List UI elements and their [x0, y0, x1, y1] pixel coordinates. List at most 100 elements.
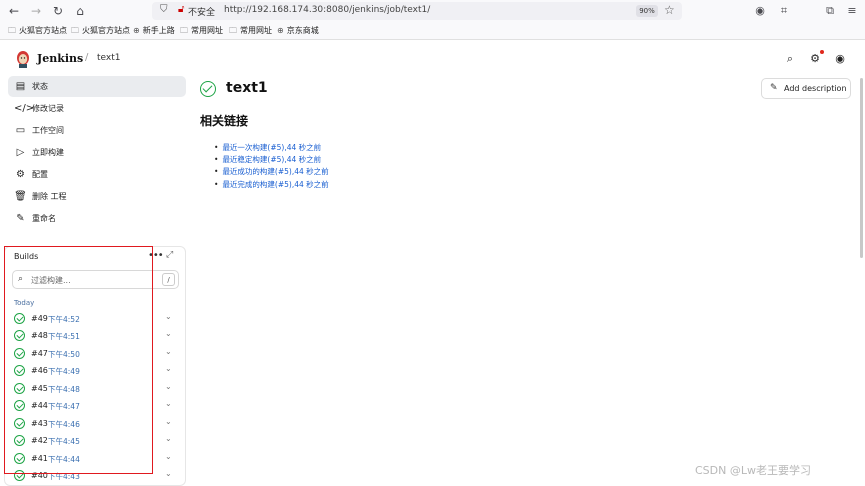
security-status[interactable]: 不安全 [188, 5, 215, 18]
chevron-down-icon[interactable]: ⌄ [165, 364, 172, 373]
bookmark-item[interactable]: 🗀 火狐官方站点 [8, 25, 67, 39]
build-time[interactable]: 下午4:46 [48, 419, 80, 430]
notification-dot [820, 50, 824, 54]
user-icon[interactable]: ◉ [832, 51, 848, 67]
build-filter[interactable]: ⌕ / [12, 270, 179, 289]
build-number[interactable]: #43 [31, 419, 48, 428]
account-icon[interactable]: ◉ [752, 3, 768, 19]
bookmark-item[interactable]: 🗀 常用网址 [180, 25, 223, 39]
build-row[interactable]: #44 下午4:47 ⌄ [10, 398, 182, 415]
watermark: CSDN @Lw老王要学习 [695, 464, 811, 477]
sidebar-item-workspace[interactable]: ▭ 工作空间 [8, 120, 186, 141]
page-scrollbar[interactable] [860, 78, 863, 258]
build-row[interactable]: #48 下午4:51 ⌄ [10, 328, 182, 345]
menu-icon[interactable]: ≡ [844, 3, 860, 19]
build-number[interactable]: #45 [31, 384, 48, 393]
related-link-last-successful[interactable]: 最近成功的构建(#5),44 秒之前 [214, 166, 328, 177]
home-icon[interactable]: ⌂ [72, 3, 88, 19]
build-time[interactable]: 下午4:49 [48, 366, 80, 377]
success-check-icon [14, 365, 25, 376]
chevron-down-icon[interactable]: ⌄ [165, 417, 172, 426]
back-icon[interactable]: ← [6, 3, 22, 19]
jenkins-brand[interactable]: Jenkins [37, 52, 83, 65]
crop-icon[interactable]: ⌗ [776, 3, 792, 19]
bookmark-item[interactable]: 🗀 火狐官方站点 [71, 25, 130, 39]
reload-icon[interactable]: ↻ [50, 3, 66, 19]
related-link-last-build[interactable]: 最近一次构建(#5),44 秒之前 [214, 142, 321, 153]
build-row[interactable]: #46 下午4:49 ⌄ [10, 363, 182, 380]
sidebar-item-build-now[interactable]: ▷ 立即构建 [8, 142, 186, 163]
chevron-down-icon[interactable]: ⌄ [165, 469, 172, 478]
pencil-icon: ✎ [16, 213, 25, 224]
folder-icon: 🗀 [180, 26, 188, 35]
breadcrumb-job[interactable]: text1 [97, 53, 121, 63]
sidebar-item-delete[interactable]: 🗑︎ 删除 工程 [8, 186, 186, 207]
sidebar-item-rename[interactable]: ✎ 重命名 [8, 208, 186, 229]
zoom-badge[interactable]: 90% [636, 5, 658, 17]
globe-icon: ⊕ [277, 26, 284, 35]
chevron-down-icon[interactable]: ⌄ [165, 434, 172, 443]
expand-icon[interactable]: ⤢ [166, 250, 173, 260]
chevron-down-icon[interactable]: ⌄ [165, 347, 172, 356]
bookmark-star-icon[interactable]: ☆ [664, 3, 675, 17]
bookmark-item[interactable]: ⊕ 新手上路 [133, 25, 175, 36]
more-options-icon[interactable]: ••• [148, 250, 164, 261]
build-time[interactable]: 下午4:44 [48, 454, 80, 465]
build-number[interactable]: #49 [31, 314, 48, 323]
build-row[interactable]: #40 下午4:43 ⌄ [10, 468, 182, 485]
build-row[interactable]: #42 下午4:45 ⌄ [10, 433, 182, 450]
build-time[interactable]: 下午4:51 [48, 331, 80, 342]
bookmark-item[interactable]: 🗀 常用网址 [229, 25, 272, 39]
build-time[interactable]: 下午4:43 [48, 471, 80, 482]
build-time[interactable]: 下午4:48 [48, 384, 80, 395]
search-icon[interactable]: ⌕ [782, 51, 798, 67]
build-number[interactable]: #46 [31, 366, 48, 375]
build-number[interactable]: #47 [31, 349, 48, 358]
build-row[interactable]: #41 下午4:44 ⌄ [10, 451, 182, 468]
chevron-down-icon[interactable]: ⌄ [165, 312, 172, 321]
forward-icon[interactable]: → [28, 3, 44, 19]
chevron-down-icon[interactable]: ⌄ [165, 399, 172, 408]
success-check-icon [14, 418, 25, 429]
jenkins-logo-icon[interactable] [15, 50, 31, 68]
bookmark-item[interactable]: ⊕ 京东商城 [277, 25, 319, 36]
chevron-down-icon[interactable]: ⌄ [165, 452, 172, 461]
success-check-icon [14, 383, 25, 394]
build-time[interactable]: 下午4:52 [48, 314, 80, 325]
build-number[interactable]: #41 [31, 454, 48, 463]
search-icon: ⌕ [18, 274, 24, 284]
chevron-down-icon[interactable]: ⌄ [165, 382, 172, 391]
build-row[interactable]: #47 下午4:50 ⌄ [10, 346, 182, 363]
url-text[interactable]: http://192.168.174.30:8080/jenkins/job/t… [224, 5, 430, 15]
sidebar-item-configure[interactable]: ⚙ 配置 [8, 164, 186, 185]
code-icon: </> [14, 103, 35, 114]
related-link-last-stable[interactable]: 最近稳定构建(#5),44 秒之前 [214, 154, 321, 165]
success-check-icon [14, 400, 25, 411]
folder-icon: 🗀 [71, 26, 79, 35]
build-filter-input[interactable] [31, 273, 151, 287]
build-row[interactable]: #49 下午4:52 ⌄ [10, 311, 182, 328]
url-bar[interactable]: ⛉ 🔓︎ 不安全 http://192.168.174.30:8080/jenk… [152, 2, 682, 20]
add-description-button[interactable]: ✎ Add description [761, 78, 851, 99]
build-number[interactable]: #44 [31, 401, 48, 410]
related-links-heading: 相关链接 [200, 114, 249, 128]
bookmarks-bar: 🗀 火狐官方站点 🗀 火狐官方站点 ⊕ 新手上路 🗀 常用网址 🗀 常用网址 ⊕ 京东商城 [0, 22, 865, 40]
browser-toolbar: ← → ↻ ⌂ ⛉ 🔓︎ 不安全 http://192.168.174.30:8… [0, 0, 865, 22]
build-time[interactable]: 下午4:45 [48, 436, 80, 447]
build-time[interactable]: 下午4:50 [48, 349, 80, 360]
build-row[interactable]: #45 下午4:48 ⌄ [10, 381, 182, 398]
build-number[interactable]: #48 [31, 331, 48, 340]
build-row[interactable]: #43 下午4:46 ⌄ [10, 416, 182, 433]
chevron-down-icon[interactable]: ⌄ [165, 329, 172, 338]
sidebar-item-status[interactable]: ▤ 状态 [8, 76, 186, 97]
extensions-icon[interactable]: ⧉ [822, 3, 838, 19]
build-number[interactable]: #42 [31, 436, 48, 445]
related-link-last-completed[interactable]: 最近完成的构建(#5),44 秒之前 [214, 179, 328, 190]
sidebar-item-changes[interactable]: </> 修改记录 [8, 98, 186, 119]
build-number[interactable]: #40 [31, 471, 48, 480]
success-check-icon [14, 330, 25, 341]
folder-icon: 🗀 [229, 26, 237, 35]
build-time[interactable]: 下午4:47 [48, 401, 80, 412]
shield-icon[interactable]: ⛉ [160, 4, 168, 15]
insecure-lock-icon[interactable]: 🔓︎ [178, 4, 184, 15]
